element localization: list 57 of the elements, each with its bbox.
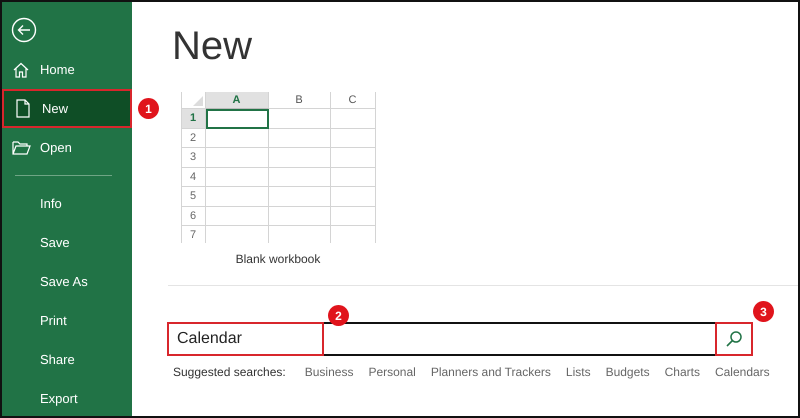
template-caption: Blank workbook xyxy=(236,252,320,266)
step-badge: 3 xyxy=(753,301,774,322)
suggested-searches-label: Suggested searches: xyxy=(173,365,286,379)
blank-workbook-thumbnail[interactable]: A B C 1 2 3 4 5 6 7 xyxy=(180,92,376,243)
grid-cell xyxy=(268,168,330,187)
search-field[interactable]: Calendar xyxy=(167,322,324,356)
grid-cell xyxy=(330,128,376,148)
suggested-search-link[interactable]: Charts xyxy=(664,365,700,379)
row-header: 1 xyxy=(182,109,206,128)
grid-cell xyxy=(268,109,330,128)
suggested-search-link[interactable]: Lists xyxy=(566,365,591,379)
search-button[interactable] xyxy=(715,322,753,356)
suggested-search-link[interactable]: Calendars xyxy=(714,365,770,379)
row-header: 5 xyxy=(182,187,206,206)
grid-cell xyxy=(330,109,376,128)
nav-item[interactable]: Print xyxy=(2,301,132,340)
grid-cell xyxy=(330,168,376,187)
grid-cell xyxy=(206,187,268,206)
document-icon xyxy=(15,99,31,118)
grid-cell xyxy=(268,187,330,206)
column-header: A xyxy=(206,92,268,109)
nav-item[interactable]: Open xyxy=(2,128,132,167)
nav-item[interactable]: Save As xyxy=(2,262,132,301)
step-badge: 1 xyxy=(138,98,159,119)
grid-cell xyxy=(330,148,376,168)
grid-cell xyxy=(330,187,376,206)
nav-item[interactable]: Save xyxy=(2,223,132,262)
grid-cell xyxy=(268,128,330,148)
row-header: 2 xyxy=(182,128,206,148)
grid-cell xyxy=(330,206,376,226)
row-header: 7 xyxy=(182,226,206,243)
grid-cell xyxy=(268,148,330,168)
page-title: New xyxy=(172,23,254,70)
suggested-search-link[interactable]: Budgets xyxy=(606,365,650,379)
nav-item[interactable]: Info xyxy=(2,184,132,223)
nav-item[interactable]: Export xyxy=(2,379,132,416)
grid-cell xyxy=(206,206,268,226)
row-header: 3 xyxy=(182,148,206,168)
step-badge: 2 xyxy=(328,305,349,326)
nav-item[interactable]: Home xyxy=(2,50,132,89)
grid-cell xyxy=(268,206,330,226)
home-icon xyxy=(12,60,30,78)
folder-icon xyxy=(12,140,30,155)
row-header: 6 xyxy=(182,206,206,226)
column-header: C xyxy=(330,92,376,109)
grid-cell xyxy=(206,168,268,187)
search-icon xyxy=(725,330,743,348)
row-header: 4 xyxy=(182,168,206,187)
nav-item[interactable]: Share xyxy=(2,340,132,379)
suggested-search-link[interactable]: Personal xyxy=(368,365,416,379)
suggested-search-link[interactable]: Planners and Trackers xyxy=(430,365,551,379)
column-header: B xyxy=(268,92,330,109)
grid-cell xyxy=(206,128,268,148)
select-all-icon xyxy=(192,96,202,106)
suggested-search-link[interactable]: Business xyxy=(304,365,354,379)
grid-cell xyxy=(206,148,268,168)
grid-cell xyxy=(206,109,268,128)
